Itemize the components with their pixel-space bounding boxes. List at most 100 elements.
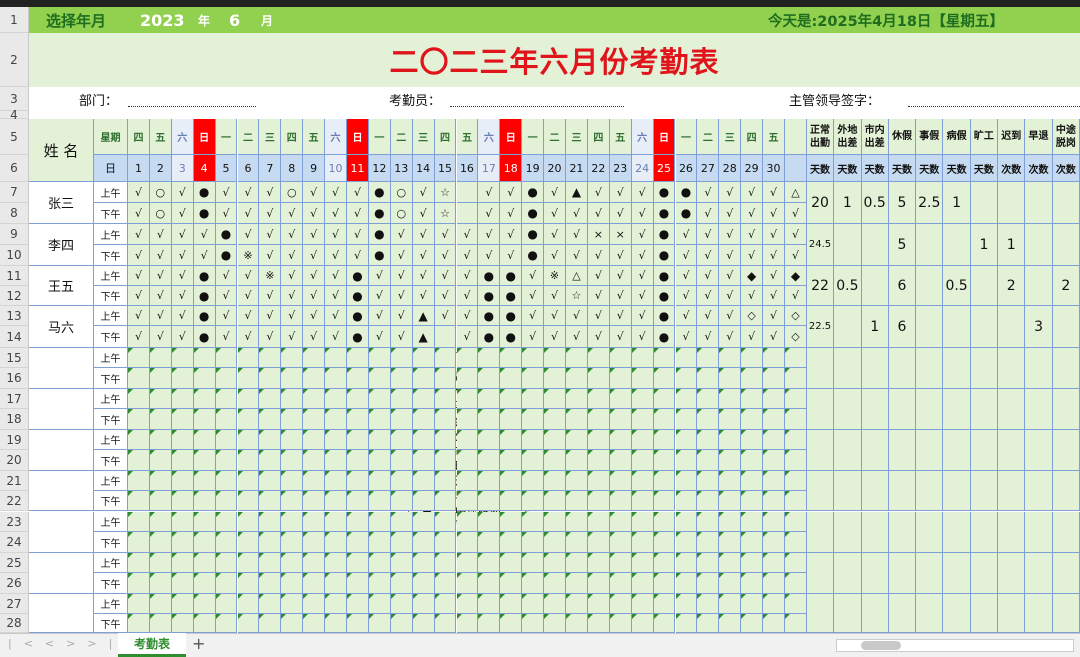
attendance-cell[interactable]: ●	[653, 182, 676, 203]
attendance-cell[interactable]	[478, 450, 501, 471]
attendance-cell[interactable]	[675, 368, 698, 389]
weekday-cell[interactable]: 四	[128, 119, 150, 155]
weekday-cell[interactable]: 日	[193, 119, 216, 155]
summary-value[interactable]	[1025, 594, 1053, 633]
row-header[interactable]: 24	[0, 532, 29, 553]
attendance-cell[interactable]	[325, 450, 347, 471]
attendance-cell[interactable]	[434, 491, 457, 511]
attendance-cell[interactable]: ●	[675, 203, 698, 224]
summary-value[interactable]	[970, 306, 999, 348]
summary-value[interactable]	[916, 512, 944, 553]
attendance-cell[interactable]	[390, 471, 413, 491]
attendance-cell[interactable]: √	[237, 203, 260, 224]
attendance-cell[interactable]: ●	[500, 266, 523, 286]
attendance-cell[interactable]	[697, 450, 720, 471]
attendance-cell[interactable]	[763, 471, 785, 491]
attendance-cell[interactable]	[128, 553, 150, 573]
attendance-cell[interactable]: √	[456, 286, 479, 306]
attendance-cell[interactable]: √	[171, 203, 194, 224]
attendance-cell[interactable]	[303, 614, 326, 633]
attendance-cell[interactable]	[281, 512, 304, 532]
attendance-cell[interactable]: √	[325, 203, 347, 224]
attendance-cell[interactable]	[237, 491, 260, 511]
attendance-cell[interactable]: ※	[259, 266, 282, 286]
attendance-cell[interactable]	[434, 409, 457, 430]
attendance-cell[interactable]	[763, 532, 785, 553]
summary-value[interactable]	[1052, 389, 1080, 430]
attendance-cell[interactable]	[741, 532, 764, 553]
weekday-cell[interactable]: 四	[741, 119, 764, 155]
attendance-cell[interactable]	[390, 450, 413, 471]
day-cell[interactable]: 3	[171, 155, 194, 182]
attendance-cell[interactable]	[544, 430, 566, 450]
attendance-cell[interactable]: √	[325, 286, 347, 306]
attendance-cell[interactable]	[544, 348, 566, 368]
attendance-cell[interactable]	[631, 389, 654, 409]
attendance-cell[interactable]	[237, 532, 260, 553]
attendance-cell[interactable]	[390, 532, 413, 553]
attendance-cell[interactable]	[390, 430, 413, 450]
attendance-cell[interactable]	[325, 532, 347, 553]
weekday-cell[interactable]	[785, 119, 807, 155]
attendance-cell[interactable]: ●	[653, 245, 676, 266]
attendance-cell[interactable]	[741, 553, 764, 573]
attendance-cell[interactable]	[171, 430, 194, 450]
attendance-cell[interactable]	[478, 512, 501, 532]
attendance-cell[interactable]	[390, 614, 413, 633]
attendance-cell[interactable]	[434, 326, 457, 348]
attendance-cell[interactable]	[763, 389, 785, 409]
summary-value[interactable]	[888, 389, 917, 430]
summary-value[interactable]	[970, 471, 999, 511]
attendance-cell[interactable]	[237, 368, 260, 389]
attendance-cell[interactable]: ●	[347, 286, 369, 306]
attendance-cell[interactable]: √	[149, 266, 172, 286]
weekday-cell[interactable]: 三	[719, 119, 742, 155]
attendance-cell[interactable]	[368, 450, 391, 471]
attendance-cell[interactable]	[193, 368, 216, 389]
attendance-cell[interactable]: √	[281, 245, 304, 266]
attendance-cell[interactable]	[303, 450, 326, 471]
attendance-cell[interactable]	[281, 573, 304, 594]
summary-value[interactable]	[998, 553, 1026, 594]
day-cell[interactable]: 30	[763, 155, 785, 182]
attendance-cell[interactable]: √	[456, 224, 479, 245]
attendance-cell[interactable]	[325, 573, 347, 594]
row-header[interactable]: 27	[0, 594, 29, 614]
employee-name[interactable]	[29, 553, 94, 594]
attendance-cell[interactable]	[215, 573, 238, 594]
summary-value[interactable]	[943, 430, 971, 471]
day-cell[interactable]	[785, 155, 807, 182]
row-header[interactable]: 13	[0, 306, 29, 326]
summary-value[interactable]	[1025, 224, 1053, 266]
row-header[interactable]: 9	[0, 224, 29, 245]
attendance-cell[interactable]	[128, 532, 150, 553]
attendance-cell[interactable]	[128, 409, 150, 430]
attendance-cell[interactable]	[390, 409, 413, 430]
attendance-cell[interactable]	[609, 368, 632, 389]
attendance-cell[interactable]	[785, 532, 807, 553]
attendance-cell[interactable]	[500, 553, 523, 573]
weekday-cell[interactable]: 三	[259, 119, 282, 155]
attendance-cell[interactable]: ●	[478, 286, 501, 306]
attendance-cell[interactable]	[149, 532, 172, 553]
day-cell[interactable]: 27	[697, 155, 720, 182]
attendance-cell[interactable]	[456, 368, 479, 389]
attendance-cell[interactable]: ●	[368, 224, 391, 245]
row-header[interactable]: 12	[0, 286, 29, 306]
day-cell[interactable]: 14	[412, 155, 435, 182]
attendance-cell[interactable]: √	[609, 203, 632, 224]
attendance-cell[interactable]: √	[609, 266, 632, 286]
weekday-cell[interactable]: 四	[587, 119, 610, 155]
attendance-cell[interactable]	[697, 532, 720, 553]
attendance-cell[interactable]	[522, 430, 545, 450]
attendance-cell[interactable]	[675, 491, 698, 511]
attendance-cell[interactable]	[368, 430, 391, 450]
attendance-cell[interactable]: √	[347, 203, 369, 224]
attendance-cell[interactable]	[368, 491, 391, 511]
day-cell[interactable]: 7	[259, 155, 282, 182]
attendance-cell[interactable]	[347, 553, 369, 573]
attendance-cell[interactable]: √	[522, 306, 545, 326]
attendance-cell[interactable]	[478, 491, 501, 511]
attendance-cell[interactable]	[478, 594, 501, 614]
attendance-cell[interactable]: √	[719, 326, 742, 348]
